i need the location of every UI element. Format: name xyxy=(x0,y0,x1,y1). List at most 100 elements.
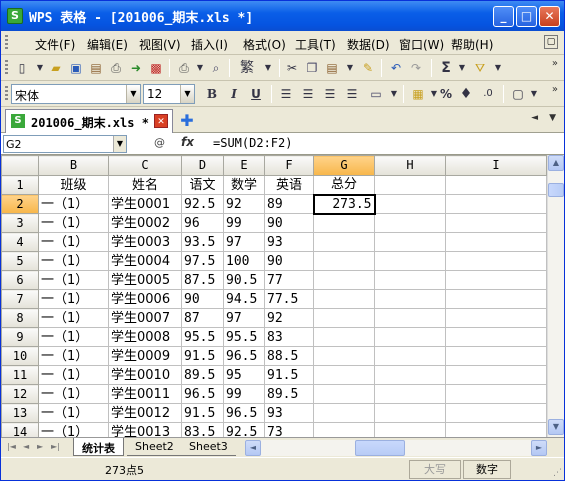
cell-d8[interactable]: 87 xyxy=(181,308,224,328)
cell-f9[interactable]: 83 xyxy=(264,327,314,347)
cell-e6[interactable]: 90.5 xyxy=(223,270,265,290)
cell-g10[interactable] xyxy=(313,346,375,366)
cell-b14[interactable]: 一（1） xyxy=(38,422,109,437)
row-header[interactable]: 11 xyxy=(1,365,39,385)
cell-c3[interactable]: 学生0002 xyxy=(108,213,182,233)
cell-f2[interactable]: 89 xyxy=(264,194,314,214)
thousands-separator-icon[interactable]: ♦ xyxy=(457,85,475,103)
cell-g14[interactable] xyxy=(313,422,375,437)
chevron-down-icon[interactable]: ▼ xyxy=(180,85,194,103)
new-tab-icon[interactable]: ✚ xyxy=(179,113,195,129)
cell-e8[interactable]: 97 xyxy=(223,308,265,328)
scroll-up-icon[interactable]: ▲ xyxy=(548,155,564,171)
cell-c12[interactable]: 学生0011 xyxy=(108,384,182,404)
format-painter-icon[interactable]: ✎ xyxy=(359,59,377,77)
cell-d6[interactable]: 87.5 xyxy=(181,270,224,290)
menu-item-2[interactable]: 编辑(E) xyxy=(87,36,128,53)
new-icon[interactable]: ▯ xyxy=(13,59,31,77)
cell-h8[interactable] xyxy=(374,308,446,328)
close-button[interactable]: ✕ xyxy=(539,6,560,27)
toolbar-grip[interactable] xyxy=(5,60,8,76)
row-header[interactable]: 14 xyxy=(1,422,39,437)
menu-item-9[interactable]: 帮助(H) xyxy=(451,36,493,53)
border-dropdown-icon[interactable]: ▼ xyxy=(525,85,543,103)
cell-f1[interactable]: 英语 xyxy=(264,175,314,195)
maximize-button[interactable]: □ xyxy=(516,6,537,27)
menubar-grip[interactable] xyxy=(5,35,8,51)
toolbar-overflow-icon[interactable]: » xyxy=(552,84,558,95)
merge-center-icon[interactable]: ▭ xyxy=(367,85,385,103)
cell-h3[interactable] xyxy=(374,213,446,233)
copy-icon[interactable]: ❐ xyxy=(303,59,321,77)
cell-g5[interactable] xyxy=(313,251,375,271)
cell-b10[interactable]: 一（1） xyxy=(38,346,109,366)
vertical-scrollbar[interactable]: ▲ ▼ xyxy=(547,155,564,437)
cell-c5[interactable]: 学生0004 xyxy=(108,251,182,271)
cell-b11[interactable]: 一（1） xyxy=(38,365,109,385)
chevron-down-icon[interactable]: ▼ xyxy=(126,85,140,103)
justify-icon[interactable]: ☰ xyxy=(343,85,361,103)
cell-e2[interactable]: 92 xyxy=(223,194,265,214)
cell-c8[interactable]: 学生0007 xyxy=(108,308,182,328)
sum-dropdown-icon[interactable]: ▼ xyxy=(453,59,471,77)
filter-icon[interactable]: ⛛ xyxy=(471,59,489,77)
select-all-corner[interactable] xyxy=(1,155,39,176)
cell-h12[interactable] xyxy=(374,384,446,404)
cell-g2[interactable]: 273.5 xyxy=(312,193,376,215)
cell-i4[interactable] xyxy=(445,232,547,252)
cell-h1[interactable] xyxy=(374,175,446,195)
cell-i6[interactable] xyxy=(445,270,547,290)
cell-f10[interactable]: 88.5 xyxy=(264,346,314,366)
row-header[interactable]: 6 xyxy=(1,270,39,290)
minimize-button[interactable]: _ xyxy=(493,6,514,27)
close-tab-icon[interactable]: ✕ xyxy=(154,114,168,128)
cell-b8[interactable]: 一（1） xyxy=(38,308,109,328)
menu-item-3[interactable]: 视图(V) xyxy=(139,36,181,53)
menu-item-5[interactable]: 格式(O) xyxy=(243,36,286,53)
row-header[interactable]: 7 xyxy=(1,289,39,309)
traditional-dropdown-icon[interactable]: ▼ xyxy=(259,59,277,77)
cell-e14[interactable]: 92.5 xyxy=(223,422,265,437)
cell-h4[interactable] xyxy=(374,232,446,252)
font-name-select[interactable]: 宋体 ▼ xyxy=(11,84,141,104)
cell-i8[interactable] xyxy=(445,308,547,328)
last-sheet-icon[interactable]: ►| xyxy=(51,442,60,451)
cell-h14[interactable] xyxy=(374,422,446,437)
export-icon[interactable]: ➜ xyxy=(127,59,145,77)
menu-item-4[interactable]: 插入(I) xyxy=(191,36,228,53)
toolbar-grip[interactable] xyxy=(5,86,8,102)
row-header[interactable]: 2 xyxy=(1,194,39,214)
cell-g4[interactable] xyxy=(313,232,375,252)
scroll-right-icon[interactable]: ► xyxy=(531,440,547,456)
cell-d4[interactable]: 93.5 xyxy=(181,232,224,252)
cell-f14[interactable]: 73 xyxy=(264,422,314,437)
cell-c13[interactable]: 学生0012 xyxy=(108,403,182,423)
cell-d5[interactable]: 97.5 xyxy=(181,251,224,271)
chevron-down-icon[interactable]: ▼ xyxy=(113,136,126,152)
cell-b6[interactable]: 一（1） xyxy=(38,270,109,290)
wps-app-icon[interactable]: S xyxy=(7,8,23,24)
cell-i12[interactable] xyxy=(445,384,547,404)
row-header[interactable]: 13 xyxy=(1,403,39,423)
cell-c6[interactable]: 学生0005 xyxy=(108,270,182,290)
vertical-scroll-thumb[interactable] xyxy=(548,183,564,197)
cell-b5[interactable]: 一（1） xyxy=(38,251,109,271)
cell-b7[interactable]: 一（1） xyxy=(38,289,109,309)
cell-e13[interactable]: 96.5 xyxy=(223,403,265,423)
cell-d7[interactable]: 90 xyxy=(181,289,224,309)
column-header-d[interactable]: D xyxy=(181,155,224,176)
cell-g12[interactable] xyxy=(313,384,375,404)
cell-d11[interactable]: 89.5 xyxy=(181,365,224,385)
first-sheet-icon[interactable]: |◄ xyxy=(7,442,16,451)
toolbar-overflow-icon[interactable]: » xyxy=(552,58,558,69)
save-icon[interactable]: ▣ xyxy=(67,59,85,77)
cell-f6[interactable]: 77 xyxy=(264,270,314,290)
column-header-f[interactable]: F xyxy=(264,155,314,176)
column-header-h[interactable]: H xyxy=(374,155,446,176)
spreadsheet-grid[interactable]: B C D E F G H I 1 班级 姓名 语文 数学 英语 总分 2 一（1） 学生0001 92.5 92 89… xyxy=(1,155,564,437)
redo-icon[interactable]: ↷ xyxy=(407,59,425,77)
percent-button[interactable]: % xyxy=(437,85,455,103)
column-header-e[interactable]: E xyxy=(223,155,265,176)
cell-e10[interactable]: 96.5 xyxy=(223,346,265,366)
cell-d13[interactable]: 91.5 xyxy=(181,403,224,423)
